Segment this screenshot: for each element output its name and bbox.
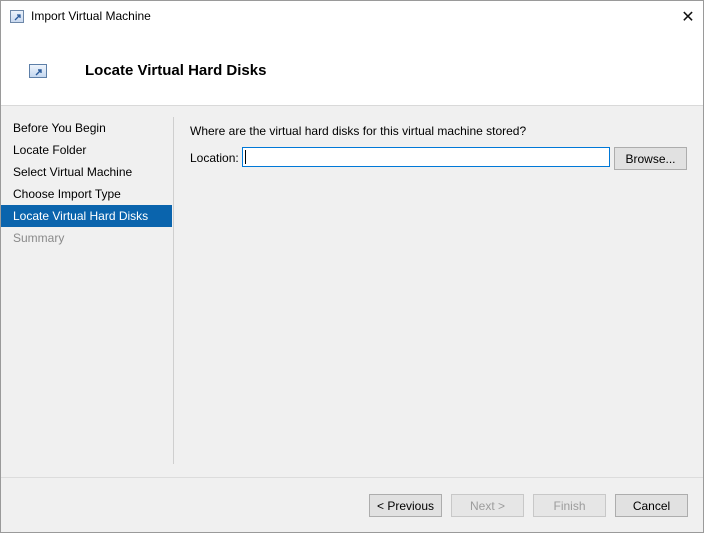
wizard-header: Locate Virtual Hard Disks — [1, 32, 703, 106]
footer-divider — [1, 477, 703, 478]
close-icon: ✕ — [681, 8, 695, 26]
window-title: Import Virtual Machine — [31, 9, 151, 23]
import-vm-icon — [29, 64, 47, 78]
nav-item-locate-virtual-hard-disks[interactable]: Locate Virtual Hard Disks — [1, 205, 172, 227]
location-input[interactable] — [242, 147, 610, 167]
location-label: Location: — [190, 151, 239, 165]
nav-item-summary: Summary — [13, 231, 65, 245]
nav-item-before-you-begin[interactable]: Before You Begin — [1, 117, 172, 139]
page-title: Locate Virtual Hard Disks — [85, 62, 267, 79]
title-bar: Import Virtual Machine ✕ — [1, 1, 703, 32]
location-question: Where are the virtual hard disks for thi… — [190, 124, 527, 138]
import-vm-icon — [10, 10, 24, 23]
next-button: Next > — [451, 494, 524, 517]
cancel-button[interactable]: Cancel — [615, 494, 688, 517]
finish-button: Finish — [533, 494, 606, 517]
previous-button[interactable]: < Previous — [369, 494, 442, 517]
nav-item-choose-import-type[interactable]: Choose Import Type — [1, 183, 172, 205]
browse-button[interactable]: Browse... — [614, 147, 687, 170]
wizard-steps-nav: Before You Begin Locate Folder Select Vi… — [1, 117, 172, 249]
import-vm-window: Import Virtual Machine ✕ Locate Virtual … — [0, 0, 704, 533]
nav-item-select-virtual-machine[interactable]: Select Virtual Machine — [1, 161, 172, 183]
nav-item-locate-folder[interactable]: Locate Folder — [1, 139, 172, 161]
nav-divider — [173, 117, 174, 464]
close-button[interactable]: ✕ — [673, 1, 703, 32]
text-caret — [245, 150, 246, 164]
